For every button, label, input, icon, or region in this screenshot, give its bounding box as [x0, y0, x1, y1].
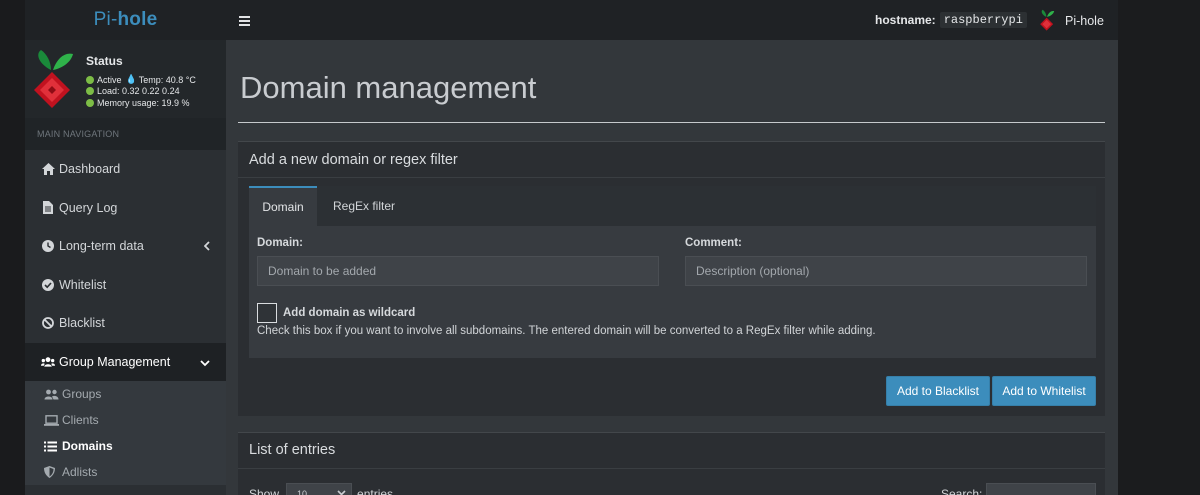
list-of-entries-box: List of entries Show 10 entries Search: — [238, 432, 1105, 495]
pihole-logo-icon — [1040, 9, 1055, 31]
window-frame-right — [1118, 0, 1200, 495]
sidebar-subitem-label: Domains — [62, 439, 113, 453]
user-menu[interactable]: Pi-hole — [1039, 9, 1104, 32]
app-logo[interactable]: Pi-hole — [94, 9, 158, 31]
add-domain-box-title: Add a new domain or regex filter — [238, 142, 1105, 178]
sidebar: Pi-hole Status Active 💧 Temp: 40.8 °C Lo… — [25, 0, 226, 495]
sidebar-item-label: Blacklist — [59, 316, 105, 331]
show-label: Show — [249, 487, 280, 495]
title-divider — [238, 122, 1105, 123]
user-menu-label: Pi-hole — [1065, 13, 1104, 28]
sidebar-item-label: Long-term data — [59, 239, 144, 254]
sidebar-subitem-label: Groups — [62, 387, 102, 401]
user-group-icon — [44, 387, 60, 401]
ban-icon — [41, 316, 55, 330]
search-label: Search: — [941, 487, 983, 495]
status-row-active: Active 💧 Temp: 40.8 °C — [86, 74, 196, 85]
main-content: Domain management Add a new domain or re… — [226, 40, 1118, 495]
sidebar-item-whitelist[interactable]: Whitelist — [25, 266, 226, 305]
entries-per-page-value: 10 — [297, 489, 308, 495]
entries-per-page-select[interactable]: 10 — [286, 483, 353, 495]
file-icon — [41, 201, 55, 215]
status-title: Status — [86, 54, 123, 68]
sidebar-item-dashboard[interactable]: Dashboard — [25, 150, 226, 189]
clock-icon — [41, 239, 55, 253]
hostname-label: hostname: — [875, 13, 936, 27]
comment-field-label: Comment: — [685, 237, 742, 249]
wildcard-help-text: Check this box if you want to involve al… — [257, 325, 876, 337]
page-title: Domain management — [240, 70, 537, 105]
sidebar-item-long-term-data[interactable]: Long-term data — [25, 227, 226, 266]
shield-icon — [44, 465, 60, 479]
search-input[interactable] — [986, 483, 1097, 495]
window-frame-left — [0, 0, 25, 495]
sidebar-subitem-label: Clients — [62, 413, 99, 427]
status-load: Load: 0.32 0.22 0.24 — [97, 86, 180, 96]
load-dot-icon — [86, 87, 94, 95]
temperature-icon: 💧 — [125, 74, 137, 84]
add-to-blacklist-button[interactable]: Add to Blacklist — [886, 376, 990, 406]
status-memory: Memory usage: 19.9 % — [97, 98, 190, 108]
tab-regex-filter[interactable]: RegEx filter — [324, 186, 404, 226]
sidebar-item-query-log[interactable]: Query Log — [25, 189, 226, 228]
hostname-display: hostname: raspberrypi — [875, 12, 1027, 28]
logo-bar[interactable]: Pi-hole — [25, 0, 226, 40]
sidebar-item-label: Group Management — [59, 354, 171, 369]
top-navbar: hostname: raspberrypi Pi-hole — [226, 0, 1118, 40]
chevron-down-icon — [200, 356, 210, 370]
comment-input[interactable] — [685, 256, 1087, 286]
status-dot-icon — [86, 75, 94, 84]
table-search: Search: — [941, 483, 1097, 495]
hostname-value: raspberrypi — [939, 12, 1027, 28]
sidebar-item-blacklist[interactable]: Blacklist — [25, 304, 226, 343]
list-box-title: List of entries — [238, 433, 1105, 469]
nav-header: MAIN NAVIGATION — [25, 118, 226, 150]
chevron-down-icon — [337, 488, 346, 495]
check-circle-icon — [41, 278, 55, 292]
wildcard-checkbox-label[interactable]: Add domain as wildcard — [283, 307, 415, 319]
sidebar-subitem-groups[interactable]: Groups — [25, 381, 226, 407]
home-icon — [41, 162, 55, 176]
sidebar-toggle-icon[interactable] — [239, 13, 250, 29]
laptop-icon — [44, 413, 60, 427]
tab-bar: Domain RegEx filter — [249, 186, 1096, 226]
sidebar-subitem-label: Adlists — [62, 465, 98, 479]
status-temp: Temp: 40.8 °C — [138, 74, 196, 85]
memory-dot-icon — [86, 99, 94, 107]
chevron-left-icon — [203, 240, 210, 254]
add-to-whitelist-button[interactable]: Add to Whitelist — [992, 376, 1096, 406]
users-icon — [41, 355, 55, 369]
sidebar-subitem-clients[interactable]: Clients — [25, 407, 226, 433]
sidebar-item-label: Query Log — [59, 200, 118, 215]
entries-label: entries — [357, 487, 394, 495]
status-active: Active — [97, 74, 122, 85]
domain-field-label: Domain: — [257, 237, 303, 249]
status-row-memory: Memory usage: 19.9 % — [86, 98, 190, 108]
sidebar-subitem-adlists[interactable]: Adlists — [25, 459, 226, 485]
status-panel: Status Active 💧 Temp: 40.8 °C Load: 0.32… — [25, 40, 226, 118]
domain-input[interactable] — [257, 256, 659, 286]
group-management-submenu: Groups Clients Domains Adlists — [25, 381, 226, 485]
sidebar-item-label: Dashboard — [59, 162, 121, 177]
sidebar-item-group-management[interactable]: Group Management — [25, 342, 226, 381]
wildcard-checkbox[interactable] — [257, 303, 277, 323]
sidebar-item-label: Whitelist — [59, 277, 107, 292]
entries-length-control: Show 10 entries — [249, 483, 393, 495]
pihole-logo-icon — [34, 50, 73, 108]
sidebar-subitem-domains[interactable]: Domains — [25, 433, 226, 459]
add-domain-box: Add a new domain or regex filter Domain … — [238, 141, 1105, 416]
tab-domain[interactable]: Domain — [249, 186, 317, 226]
list-icon — [44, 439, 60, 453]
add-domain-tabs-panel: Domain RegEx filter Domain: Comment: Add… — [249, 186, 1096, 358]
status-row-load: Load: 0.32 0.22 0.24 — [86, 86, 180, 96]
